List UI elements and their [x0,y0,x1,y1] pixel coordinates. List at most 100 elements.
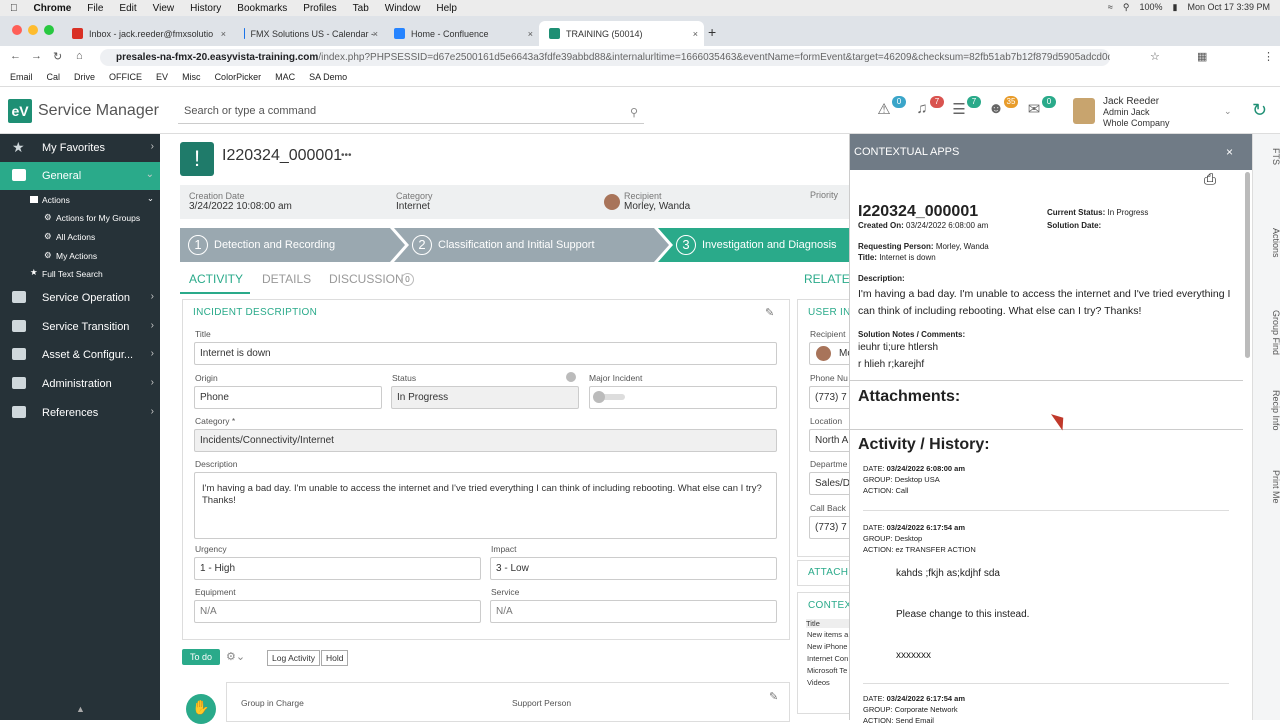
bell-icon[interactable]: ♫7 [912,100,932,120]
sidebar-item-actions[interactable]: Actions ⌄ [0,191,160,209]
command-search-input[interactable]: Search or type a command ⚲ [178,102,644,124]
step-detection[interactable]: 1Detection and Recording [180,228,335,262]
close-tab-icon[interactable]: × [373,29,378,39]
tab-discussion[interactable]: DISCUSSION [329,272,404,286]
new-tab-icon[interactable]: + [708,24,716,40]
service-field[interactable]: N/A [490,600,777,623]
chat-icon[interactable]: ✉0 [1024,100,1044,120]
apple-icon[interactable]:  [10,3,18,14]
bookmark-ev[interactable]: EV [156,72,168,82]
sidebar-item-references[interactable]: References › [0,399,160,427]
list-icon[interactable]: ☰7 [949,100,969,120]
todo-button[interactable]: To do [182,649,220,665]
zoom-window-dot[interactable] [44,25,54,35]
battery-icon[interactable]: ▮ [1173,2,1178,13]
rail-tab-print-me[interactable]: Print Me [1253,470,1280,504]
search-icon[interactable]: ⚲ [1123,2,1130,13]
user-info[interactable]: Jack Reeder Admin Jack Whole Company [1103,96,1170,129]
tab-activity[interactable]: ACTIVITY [189,272,243,286]
sidebar-item-my-actions[interactable]: ⚙ My Actions [0,247,160,265]
status-field[interactable]: In Progress [391,386,579,409]
tab-related[interactable]: RELATE [804,272,850,286]
alert-icon[interactable]: ⚠0 [874,100,894,120]
edit-pencil-icon[interactable]: ✎ [765,306,774,319]
status-info-icon[interactable] [566,372,576,382]
extensions-icon[interactable]: ▦ [1197,50,1207,63]
menu-chrome[interactable]: Chrome [34,3,72,14]
sidebar-item-full-text-search[interactable]: ★ Full Text Search [0,265,160,283]
bookmark-office[interactable]: OFFICE [109,72,142,82]
description-field[interactable]: I'm having a bad day. I'm unable to acce… [194,472,777,539]
tab-confluence[interactable]: Home - Confluence × [384,21,539,46]
sidebar-item-administration[interactable]: Administration › [0,370,160,398]
bookmark-cal[interactable]: Cal [47,72,61,82]
clock[interactable]: Mon Oct 17 3:39 PM [1187,2,1270,13]
forward-icon[interactable]: → [31,50,42,62]
urgency-field[interactable]: 1 - High [194,557,481,580]
tab-calendar[interactable]: FMX Solutions US - Calendar - × [234,21,384,46]
battery-level[interactable]: 100% [1139,2,1162,13]
sidebar-item-service-operation[interactable]: Service Operation › [0,284,160,312]
context-row[interactable]: New iPhone [807,642,847,651]
menu-kebab-icon[interactable]: ⋮ [1263,50,1274,63]
bookmark-misc[interactable]: Misc [182,72,201,82]
close-tab-icon[interactable]: × [221,29,226,39]
rail-tab-recip-info[interactable]: Recip Info [1253,390,1280,431]
rail-tab-actions[interactable]: Actions [1253,228,1280,258]
equipment-field[interactable]: N/A [194,600,481,623]
menu-profiles[interactable]: Profiles [303,3,336,14]
impact-field[interactable]: 3 - Low [490,557,777,580]
reload-icon[interactable]: ↻ [53,50,62,63]
bookmark-email[interactable]: Email [10,72,33,82]
wifi-icon[interactable]: ≈ [1108,2,1113,13]
step-investigation[interactable]: 3Investigation and Diagnosis [668,228,837,262]
menu-history[interactable]: History [190,3,221,14]
bookmark-mac[interactable]: MAC [275,72,295,82]
collapse-sidebar-icon[interactable]: ▲ [76,704,85,714]
print-icon[interactable]: ⎙ [1204,171,1216,188]
hold-button[interactable]: Hold [321,650,348,666]
rail-tab-group-find[interactable]: Group Find [1253,310,1280,355]
user-dropdown-icon[interactable]: ⌄ [1224,106,1232,117]
search-icon[interactable]: ⚲ [630,104,638,122]
contextual-scrollbar[interactable] [1245,172,1250,358]
context-row[interactable]: Internet Con [807,654,848,663]
menu-window[interactable]: Window [385,3,421,14]
context-row[interactable]: Videos [807,678,830,687]
context-row[interactable]: Microsoft Te [807,666,847,675]
close-tab-icon[interactable]: × [693,29,698,39]
sidebar-item-asset-configuration[interactable]: Asset & Configur... › [0,341,160,369]
back-icon[interactable]: ← [10,50,21,62]
menu-tab[interactable]: Tab [353,3,369,14]
menu-file[interactable]: File [87,3,103,14]
log-activity-button[interactable]: Log Activity [267,650,320,666]
rail-tab-fts[interactable]: FTS [1253,148,1280,165]
context-row[interactable]: New items a [807,630,848,639]
minimize-window-dot[interactable] [28,25,38,35]
home-icon[interactable]: ⌂ [76,50,83,62]
bookmark-drive[interactable]: Drive [74,72,95,82]
bookmark-colorpicker[interactable]: ColorPicker [215,72,262,82]
settings-gear-icon[interactable]: ⚙⌄ [226,650,245,663]
sidebar-item-service-transition[interactable]: Service Transition › [0,313,160,341]
more-options-icon[interactable]: ••• [341,150,352,161]
star-icon[interactable]: ☆ [1150,50,1160,63]
close-icon[interactable]: × [1226,134,1233,170]
tab-training[interactable]: TRAINING (50014) × [539,21,704,46]
menu-view[interactable]: View [153,3,175,14]
bookmark-sa-demo[interactable]: SA Demo [309,72,347,82]
category-field[interactable]: Incidents/Connectivity/Internet [194,429,777,452]
team-icon[interactable]: ☻35 [986,100,1006,120]
origin-field[interactable]: Phone [194,386,382,409]
menu-edit[interactable]: Edit [119,3,136,14]
step-classification[interactable]: 2Classification and Initial Support [404,228,595,262]
ev-logo[interactable]: eV [8,99,32,123]
tab-details[interactable]: DETAILS [262,272,311,286]
tab-inbox[interactable]: Inbox - jack.reeder@fmxsolutio × [62,21,232,46]
refresh-icon[interactable]: ↻ [1252,100,1267,121]
major-incident-toggle[interactable] [595,394,625,400]
url-field[interactable]: presales-na-fmx-20.easyvista-training.co… [100,49,1110,66]
edit-pencil-icon[interactable]: ✎ [769,690,778,703]
menu-help[interactable]: Help [436,3,457,14]
sidebar-item-actions-for-groups[interactable]: ⚙ Actions for My Groups [0,209,160,227]
